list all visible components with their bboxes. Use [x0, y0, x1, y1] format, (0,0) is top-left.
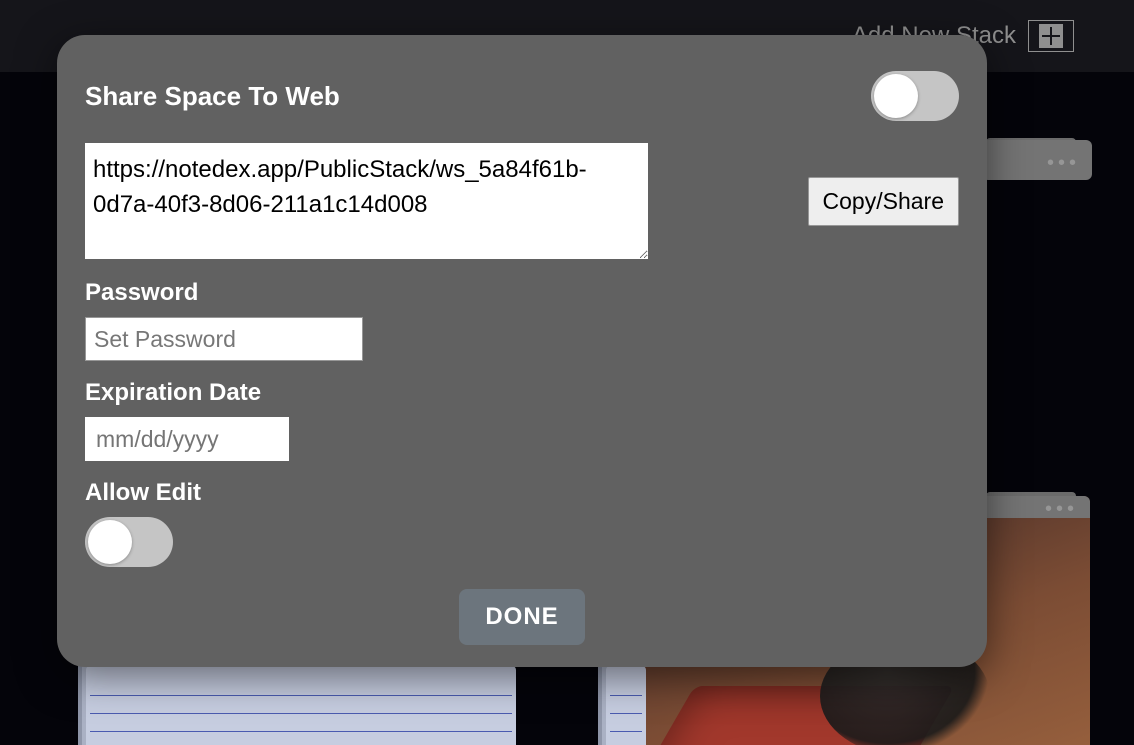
add-new-stack-button[interactable]	[1028, 20, 1074, 52]
dialog-title: Share Space To Web	[85, 81, 340, 112]
more-icon[interactable]: •••	[1047, 152, 1080, 175]
expiration-date-field[interactable]	[96, 426, 392, 453]
password-input[interactable]	[85, 317, 363, 361]
card-lines	[610, 678, 642, 745]
share-space-dialog: Share Space To Web Copy/Share Password E…	[57, 35, 987, 667]
card-lines	[90, 678, 512, 745]
allow-edit-toggle[interactable]	[85, 517, 173, 567]
password-label: Password	[85, 279, 959, 307]
expiration-date-input[interactable]	[85, 417, 289, 461]
copy-share-button[interactable]: Copy/Share	[808, 177, 959, 226]
done-button[interactable]: DONE	[459, 589, 584, 645]
allow-edit-label: Allow Edit	[85, 479, 959, 507]
plus-icon	[1039, 24, 1063, 48]
index-card-stack[interactable]	[86, 666, 516, 745]
share-to-web-toggle[interactable]	[871, 71, 959, 121]
index-card-stack[interactable]	[606, 666, 646, 745]
share-url-textarea[interactable]	[85, 143, 648, 259]
stack-card[interactable]: •••	[982, 140, 1092, 180]
more-icon[interactable]: •••	[1045, 498, 1078, 521]
toggle-knob	[874, 74, 918, 118]
toggle-knob	[88, 520, 132, 564]
expiration-date-label: Expiration Date	[85, 379, 959, 407]
